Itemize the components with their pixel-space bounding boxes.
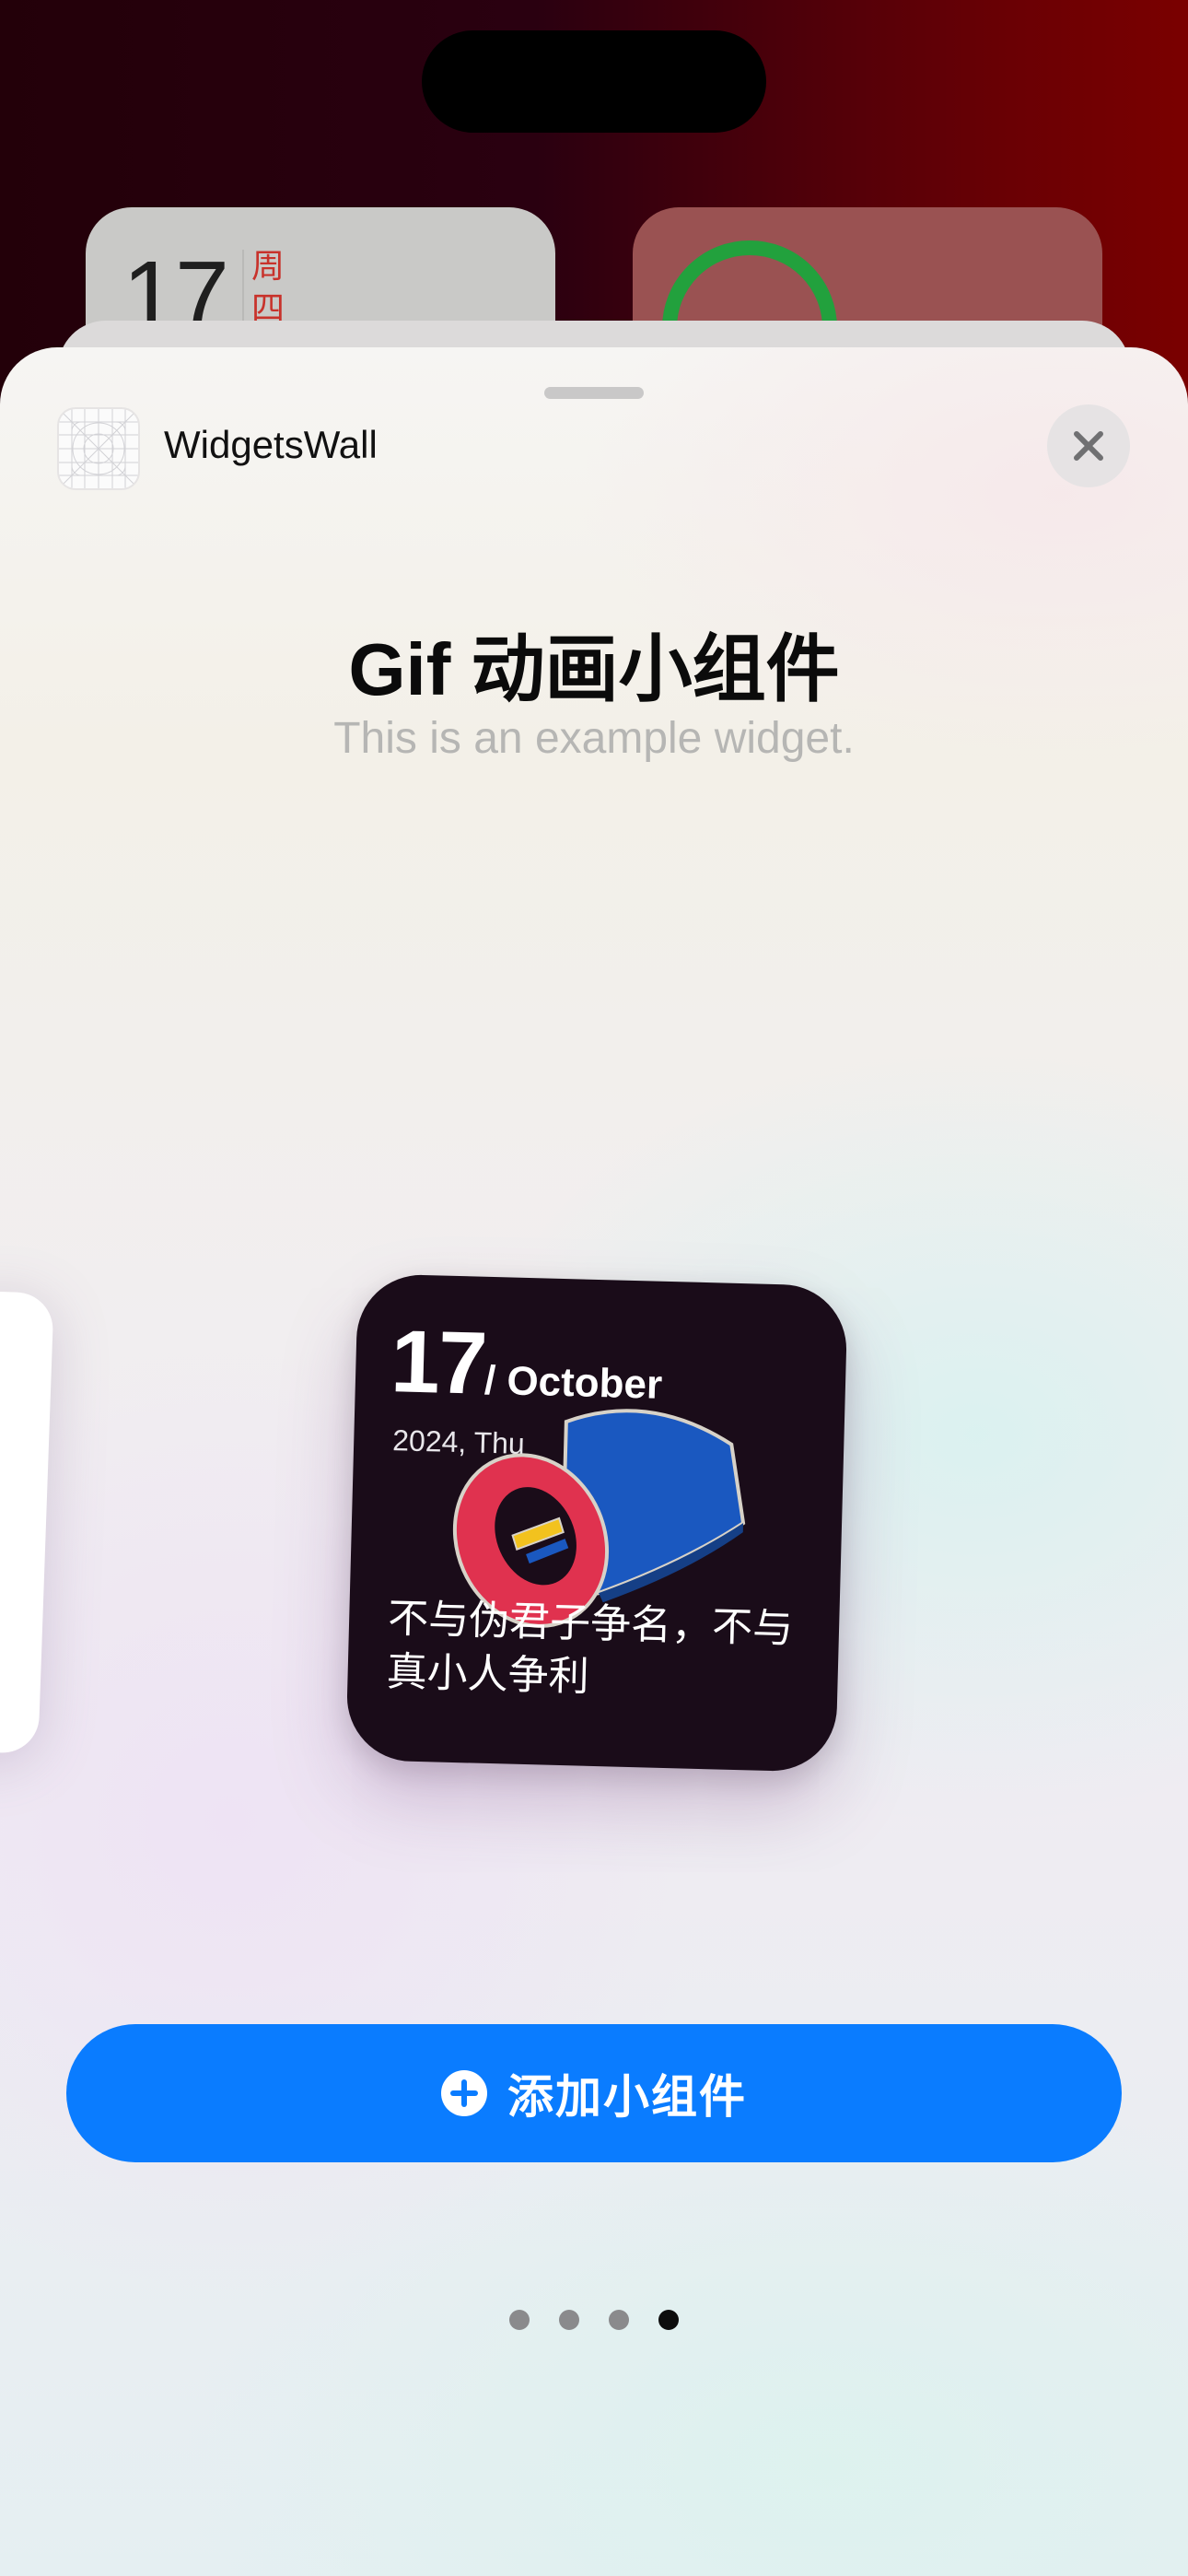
page-dot[interactable] bbox=[559, 2310, 579, 2330]
page-dot[interactable] bbox=[509, 2310, 530, 2330]
widget-gallery-sheet: WidgetsWall Gif 动画小组件 This is an example… bbox=[0, 347, 1188, 2576]
close-icon bbox=[1074, 431, 1103, 461]
widget-year-weekday: 2024, Thu bbox=[391, 1423, 526, 1460]
page-indicator[interactable] bbox=[509, 2310, 679, 2330]
home-calendar-weekday: 周四 bbox=[251, 248, 285, 328]
page-dot[interactable] bbox=[658, 2310, 679, 2330]
widget-quote: 不与伪君子争名，不与真小人争利 bbox=[386, 1595, 794, 1701]
widget-title: Gif 动画小组件 bbox=[348, 628, 840, 710]
previous-widget-preview[interactable] bbox=[0, 1290, 54, 1754]
page-dot[interactable] bbox=[609, 2310, 629, 2330]
plus-circle-icon bbox=[441, 2070, 487, 2116]
widgetswall-app-icon bbox=[57, 407, 140, 490]
app-name: WidgetsWall bbox=[164, 423, 378, 466]
gif-widget-preview[interactable]: 17 / October 2024, Thu 不与伪君子争名，不与真小人争利 bbox=[345, 1273, 848, 1773]
close-button[interactable] bbox=[1047, 404, 1130, 487]
add-widget-label: 添加小组件 bbox=[507, 2070, 747, 2124]
dynamic-island bbox=[422, 30, 766, 133]
sheet-grabber[interactable] bbox=[544, 387, 644, 399]
widget-description: This is an example widget. bbox=[333, 714, 855, 763]
add-widget-button[interactable]: 添加小组件 bbox=[66, 2024, 1122, 2162]
widget-month: / October bbox=[483, 1357, 663, 1408]
widget-day: 17 bbox=[390, 1312, 487, 1413]
